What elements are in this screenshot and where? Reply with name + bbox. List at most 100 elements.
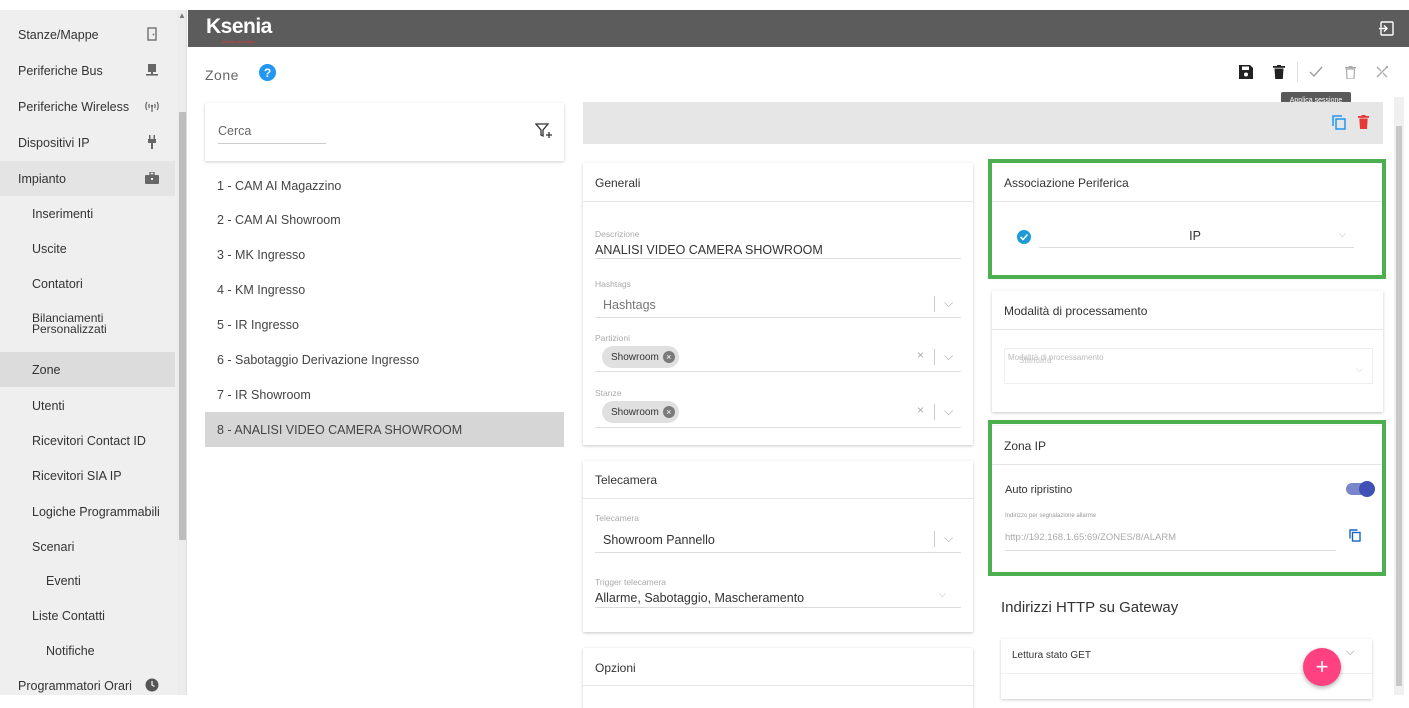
content-scrollbar[interactable] xyxy=(1394,97,1404,695)
zone-list-item[interactable]: 2 - CAM AI Showroom xyxy=(205,202,564,237)
sidebar-item-utenti[interactable]: Utenti xyxy=(0,388,175,423)
hashtags-select[interactable]: Hashtags xyxy=(603,298,656,312)
sidebar-item-label: Utenti xyxy=(32,398,65,413)
search-underline xyxy=(218,143,326,144)
processamento-select[interactable]: Modalità di processamento Standard ⌵ xyxy=(1004,348,1373,384)
sidebar-item-zone[interactable]: Zone xyxy=(0,352,175,387)
chevron-down-icon[interactable]: ⌵ xyxy=(944,404,953,419)
zone-list-item[interactable]: 6 - Sabotaggio Derivazione Ingresso xyxy=(205,342,564,377)
discard-icon[interactable] xyxy=(1342,64,1358,80)
chip-remove-icon[interactable]: × xyxy=(662,351,675,363)
select-divider xyxy=(934,531,935,547)
field-label: Partizioni xyxy=(595,333,630,343)
top-bar: Ksenia security innovation xyxy=(188,10,1409,47)
sidebar-item-periferiche-wireless[interactable]: Periferiche Wireless xyxy=(0,89,175,124)
generali-card: Generali Descrizione ANALISI VIDEO CAMER… xyxy=(583,163,973,445)
sidebar-item-ricevitori-sia-ip[interactable]: Ricevitori SIA IP xyxy=(0,458,175,493)
sidebar-scrollbar-thumb[interactable] xyxy=(179,112,186,540)
scroll-up-arrow-icon[interactable]: ▲ xyxy=(178,11,186,20)
sidebar-item-periferiche-bus[interactable]: Periferiche Bus xyxy=(0,53,175,88)
opzioni-card: Opzioni xyxy=(583,648,973,708)
chevron-down-icon[interactable]: ⌵ xyxy=(944,531,953,546)
zone-list-item[interactable]: 7 - IR Showroom xyxy=(205,377,564,412)
zone-list-item[interactable]: 5 - IR Ingresso xyxy=(205,307,564,342)
sidebar-item-liste-contatti[interactable]: Liste Contatti xyxy=(0,598,175,633)
sidebar-item-logiche-programmabili[interactable]: Logiche Programmabili xyxy=(0,494,175,529)
plug-icon xyxy=(144,134,160,150)
zone-list-item[interactable]: 1 - CAM AI Magazzino xyxy=(205,168,564,203)
copy-icon[interactable] xyxy=(1332,115,1346,133)
card-title: Generali xyxy=(595,176,641,190)
sidebar-item-label: Logiche Programmabili xyxy=(32,504,160,519)
http-gateway-title: Indirizzi HTTP su Gateway xyxy=(1001,599,1179,616)
wireless-icon xyxy=(144,98,160,114)
sidebar-item-stanze-mappe[interactable]: Stanze/Mappe xyxy=(0,17,175,52)
sidebar-item-eventi[interactable]: Eventi xyxy=(0,563,175,598)
partizioni-chip[interactable]: Showroom × xyxy=(602,346,679,368)
chevron-down-icon[interactable]: ⌵ xyxy=(944,349,953,364)
chevron-down-icon[interactable]: ⌵ xyxy=(939,589,946,600)
logout-icon[interactable] xyxy=(1378,20,1395,37)
chip-remove-icon[interactable]: × xyxy=(662,406,675,418)
sidebar-item-impianto[interactable]: Impianto xyxy=(0,161,175,196)
sidebar-item-ricevitori-contact-id[interactable]: Ricevitori Contact ID xyxy=(0,423,175,458)
sidebar-item-scenari[interactable]: Scenari xyxy=(0,529,175,564)
sidebar-item-label: Scenari xyxy=(32,539,75,554)
logo-text: Ksenia xyxy=(206,15,272,38)
descrizione-input[interactable]: ANALISI VIDEO CAMERA SHOWROOM xyxy=(595,243,823,257)
card-title: Opzioni xyxy=(595,661,636,675)
sidebar-item-label: Programmatori Orari xyxy=(18,678,132,693)
apply-session-check-icon[interactable] xyxy=(1308,64,1324,80)
zone-list-item[interactable]: 3 - MK Ingresso xyxy=(205,237,564,272)
search-card: Cerca xyxy=(205,103,564,161)
sidebar-item-uscite[interactable]: Uscite xyxy=(0,231,175,266)
help-icon[interactable]: ? xyxy=(259,64,276,81)
filter-add-icon[interactable] xyxy=(534,122,553,140)
page-title: Zone xyxy=(205,67,239,83)
card-divider xyxy=(992,329,1383,330)
sidebar-item-label: Periferiche Bus xyxy=(18,63,103,78)
search-input[interactable]: Cerca xyxy=(218,124,251,138)
telecamera-select[interactable]: Showroom Pannello xyxy=(603,533,715,547)
zone-list-item[interactable]: 4 - KM Ingresso xyxy=(205,272,564,307)
field-underline xyxy=(595,317,961,318)
tools-icon[interactable] xyxy=(1374,64,1390,80)
delete-red-icon[interactable] xyxy=(1358,115,1369,132)
field-underline xyxy=(595,607,961,608)
clear-icon[interactable]: × xyxy=(917,403,924,417)
field-label: Descrizione xyxy=(595,229,640,239)
zone-list-item-selected[interactable]: 8 - ANALISI VIDEO CAMERA SHOWROOM xyxy=(205,412,564,447)
highlight-box xyxy=(988,159,1386,279)
briefcase-icon xyxy=(144,170,160,186)
sidebar-item-programmatori-orari[interactable]: Programmatori Orari xyxy=(0,668,175,695)
sidebar-item-label: Liste Contatti xyxy=(32,608,105,623)
trigger-select[interactable]: Allarme, Sabotaggio, Mascheramento xyxy=(595,591,804,605)
sidebar-item-label: Uscite xyxy=(32,241,67,256)
sidebar-item-notifiche[interactable]: Notifiche xyxy=(0,633,175,668)
sidebar-item-inserimenti[interactable]: Inserimenti xyxy=(0,196,175,231)
save-icon[interactable] xyxy=(1238,64,1254,80)
title-row: Zone ? xyxy=(188,47,1409,97)
chevron-down-icon[interactable]: ⌵ xyxy=(944,296,953,311)
sidebar-item-bilanciamenti[interactable]: Bilanciamenti Personalizzati xyxy=(0,303,175,345)
sidebar-scrollbar[interactable]: ▲ xyxy=(177,10,186,695)
highlight-box xyxy=(988,420,1386,576)
clock-icon xyxy=(144,677,160,693)
sidebar-item-dispositivi-ip[interactable]: Dispositivi IP xyxy=(0,125,175,160)
processamento-value: Standard xyxy=(1019,356,1052,365)
delete-icon[interactable] xyxy=(1271,64,1287,80)
add-fab-button[interactable]: + xyxy=(1303,648,1341,686)
stanze-chip[interactable]: Showroom × xyxy=(602,401,679,423)
sidebar-item-contatori[interactable]: Contatori xyxy=(0,266,175,301)
clear-icon[interactable]: × xyxy=(917,348,924,362)
chevron-down-icon[interactable]: ⌵ xyxy=(1356,364,1363,375)
sidebar-item-label: Impianto xyxy=(18,171,66,186)
content-scrollbar-thumb[interactable] xyxy=(1396,126,1402,686)
telecamera-card: Telecamera Telecamera Showroom Pannello … xyxy=(583,461,973,632)
chevron-down-icon[interactable]: ⌵ xyxy=(1346,646,1354,659)
card-divider xyxy=(583,201,973,202)
sidebar: Stanze/Mappe Periferiche Bus Periferiche… xyxy=(0,10,187,695)
select-divider xyxy=(934,404,935,420)
processamento-card: Modalità di processamento Modalità di pr… xyxy=(992,291,1383,412)
card-divider xyxy=(583,685,973,686)
